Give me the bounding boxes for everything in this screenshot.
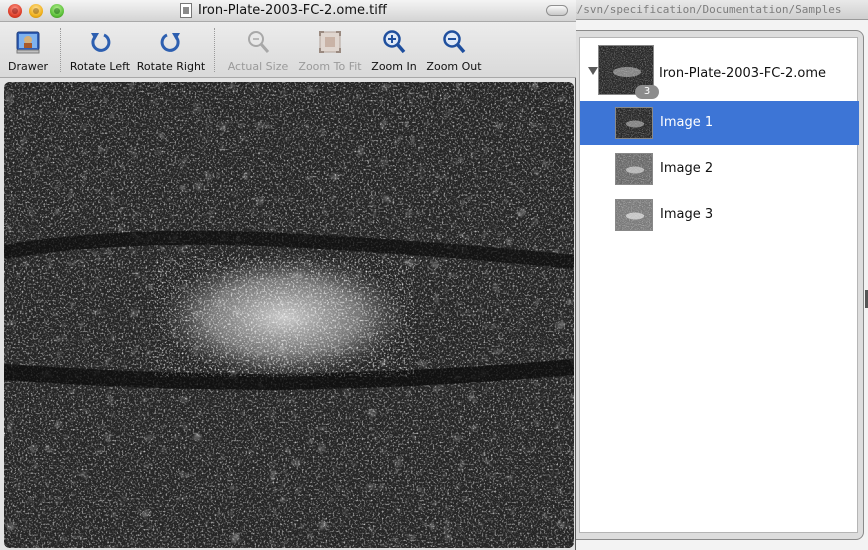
tree-item-file[interactable]: 3 Iron-Plate-2003-FC-2.ome <box>580 43 859 99</box>
drawer-label: Drawer <box>7 60 49 73</box>
image-1-thumbnail <box>615 107 653 139</box>
rotate-right-label: Rotate Right <box>136 60 206 73</box>
image-tree: 3 Iron-Plate-2003-FC-2.ome Image 1 Image… <box>579 37 859 533</box>
disclosure-triangle-icon[interactable] <box>588 67 598 75</box>
toolbar: Drawer Rotate Left Rotate Right Actual S… <box>0 22 576 78</box>
zoom-out-label: Zoom Out <box>426 60 482 73</box>
image-2-thumbnail <box>615 153 653 185</box>
zoom-in-label: Zoom In <box>371 60 417 73</box>
file-label: Iron-Plate-2003-FC-2.ome <box>659 66 827 81</box>
actual-size-icon <box>248 31 270 53</box>
background-window-path: k/svn/specification/Documentation/Sample… <box>570 3 842 16</box>
tree-item-image-1[interactable]: Image 1 <box>580 101 859 145</box>
rotate-left-label: Rotate Left <box>69 60 131 73</box>
zoom-out-icon <box>443 30 466 54</box>
image-count-badge: 3 <box>635 85 659 99</box>
zoom-window-button[interactable] <box>50 4 64 18</box>
document-proxy-icon[interactable] <box>180 3 192 18</box>
rotate-right-icon <box>160 33 180 52</box>
zoom-to-fit-icon <box>319 31 341 53</box>
actual-size-button[interactable]: Actual Size <box>226 26 290 76</box>
tree-item-image-2[interactable]: Image 2 <box>580 147 859 191</box>
image-2-label: Image 2 <box>660 161 714 176</box>
zoom-to-fit-button[interactable]: Zoom To Fit <box>294 26 366 76</box>
zoom-to-fit-label: Zoom To Fit <box>298 60 362 73</box>
rotate-left-icon <box>91 33 111 52</box>
zoom-in-icon <box>383 30 406 54</box>
desktop: k/svn/specification/Documentation/Sample… <box>0 0 868 550</box>
image-drawer: 3 Iron-Plate-2003-FC-2.ome Image 1 Image… <box>576 30 864 540</box>
rotate-right-button[interactable]: Rotate Right <box>136 26 206 76</box>
window-title: Iron-Plate-2003-FC-2.ome.tiff <box>198 3 387 18</box>
toolbar-separator <box>214 28 215 72</box>
zoom-in-button[interactable]: Zoom In <box>368 26 420 76</box>
actual-size-label: Actual Size <box>227 60 289 73</box>
zoom-out-button[interactable]: Zoom Out <box>424 26 484 76</box>
viewer-window: Iron-Plate-2003-FC-2.ome.tiff Drawer Rot… <box>0 0 576 550</box>
microscopy-image <box>4 82 574 548</box>
toolbar-toggle-button[interactable] <box>546 5 568 16</box>
image-3-thumbnail <box>615 199 653 231</box>
image-canvas[interactable] <box>4 82 574 548</box>
rotate-left-button[interactable]: Rotate Left <box>68 26 132 76</box>
toolbar-separator <box>60 28 61 72</box>
tree-item-image-3[interactable]: Image 3 <box>580 193 859 237</box>
drawer-icon <box>16 31 40 54</box>
window-titlebar[interactable]: Iron-Plate-2003-FC-2.ome.tiff <box>0 0 576 22</box>
minimize-button[interactable] <box>29 4 43 18</box>
image-3-label: Image 3 <box>660 207 714 222</box>
close-button[interactable] <box>8 4 22 18</box>
background-window-titlebar[interactable]: k/svn/specification/Documentation/Sample… <box>560 0 868 20</box>
image-1-label: Image 1 <box>660 115 714 130</box>
drawer-button[interactable]: Drawer <box>2 26 54 76</box>
